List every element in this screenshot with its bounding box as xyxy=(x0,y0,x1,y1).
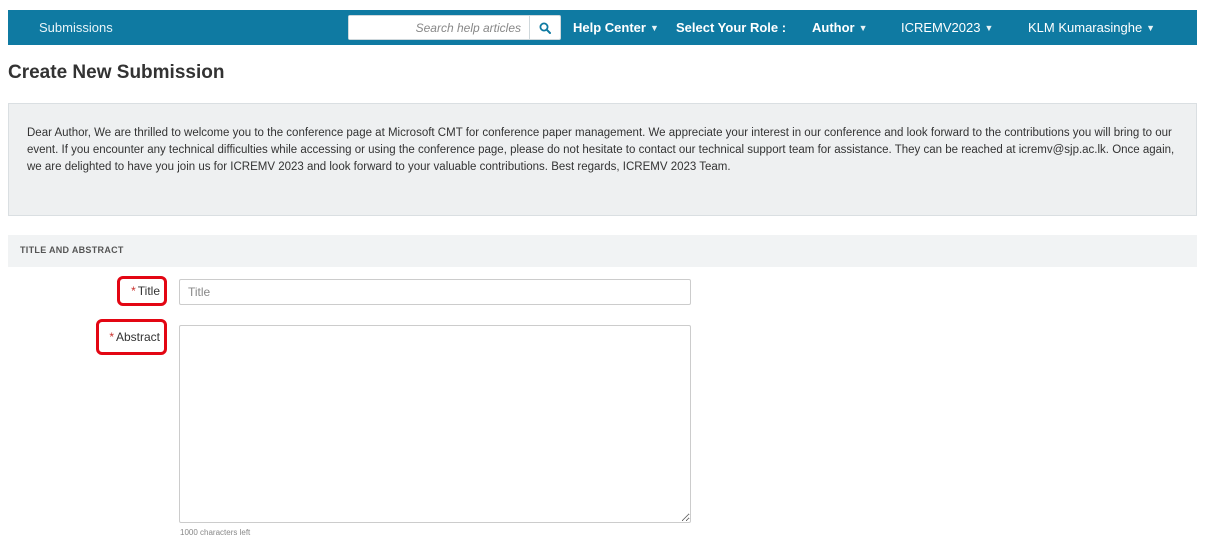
user-name: KLM Kumarasinghe xyxy=(1028,20,1143,35)
welcome-message-panel: Dear Author, We are thrilled to welcome … xyxy=(8,103,1197,216)
section-heading-title-abstract: TITLE AND ABSTRACT xyxy=(8,235,1197,267)
required-mark: * xyxy=(131,284,136,298)
role-label: Author xyxy=(812,20,855,35)
caret-down-icon: ▼ xyxy=(1146,23,1156,33)
conference-label: ICREMV2023 xyxy=(901,20,981,35)
page-title: Create New Submission xyxy=(8,62,225,83)
role-dropdown[interactable]: Author ▼ xyxy=(812,10,868,45)
help-center-menu[interactable]: Help Center ▼ xyxy=(573,10,659,45)
top-navbar: Submissions Help Center▼ Select Your Rol… xyxy=(8,10,1197,45)
title-label: Title xyxy=(137,284,160,298)
nav-submissions-link[interactable]: Submissions xyxy=(39,10,113,45)
welcome-message-text: Dear Author, We are thrilled to welcome … xyxy=(27,127,1175,173)
user-menu[interactable]: KLM Kumarasinghe ▼ xyxy=(1028,10,1155,45)
caret-down-icon: ▼ xyxy=(649,23,659,33)
magnifier-icon xyxy=(539,22,551,34)
characters-left-counter: 1000 characters left xyxy=(180,528,251,537)
abstract-label-highlight: * Abstract xyxy=(96,319,167,355)
search-button[interactable] xyxy=(529,15,561,40)
select-role-label: Select Your Role : xyxy=(676,20,787,35)
conference-dropdown[interactable]: ICREMV2023 ▼ xyxy=(901,10,993,45)
required-mark: * xyxy=(109,330,114,344)
title-label-highlight: * Title xyxy=(117,276,167,306)
abstract-textarea[interactable] xyxy=(179,325,691,523)
caret-down-icon: ▼ xyxy=(858,23,868,33)
abstract-label: Abstract xyxy=(115,330,160,344)
search-box xyxy=(348,15,530,40)
help-center-label: Help Center xyxy=(573,20,646,35)
title-input[interactable] xyxy=(179,279,691,305)
caret-down-icon: ▼ xyxy=(984,23,994,33)
search-input[interactable] xyxy=(349,16,529,39)
